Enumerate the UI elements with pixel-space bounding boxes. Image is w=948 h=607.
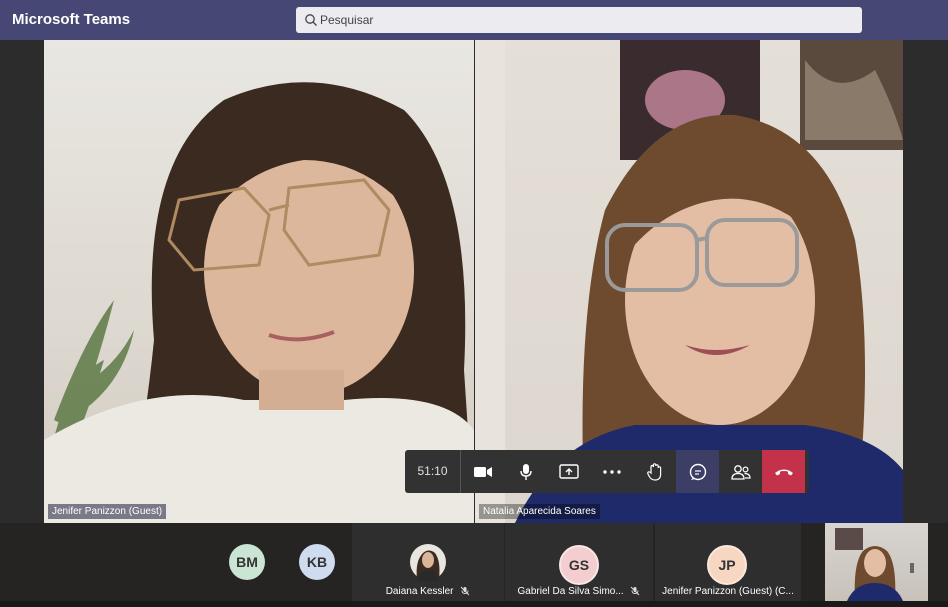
more-icon	[602, 469, 621, 474]
title-bar: Microsoft Teams	[0, 0, 948, 40]
participant-card-jenifer[interactable]: JP Jenifer Panizzon (Guest) (C...	[655, 523, 801, 601]
app-title: Microsoft Teams	[12, 11, 131, 28]
avatar-gs: GS	[559, 545, 599, 585]
avatar-kb[interactable]: KB	[299, 544, 335, 580]
participant-card-gabriel[interactable]: GS Gabriel Da Silva Simo...	[505, 523, 653, 601]
participant-name: Daiana Kessler	[352, 586, 504, 597]
chat-icon	[689, 463, 706, 480]
share-screen-button[interactable]	[547, 450, 590, 493]
share-screen-icon	[558, 463, 579, 479]
participant-name: Jenifer Panizzon (Guest) (C...	[662, 586, 794, 597]
bottom-bar	[0, 601, 948, 607]
camera-icon	[473, 466, 492, 477]
call-timer: 51:10	[405, 450, 461, 493]
search-input[interactable]	[320, 10, 840, 30]
participant-name-tag: Jenifer Panizzon (Guest)	[48, 504, 167, 519]
self-view[interactable]	[825, 523, 928, 601]
avatar-bm[interactable]: BM	[229, 544, 265, 580]
participants-button[interactable]	[719, 450, 762, 493]
participant-card-daiana[interactable]: Daiana Kessler	[352, 523, 504, 601]
search-box[interactable]	[296, 7, 862, 33]
self-video	[835, 528, 914, 601]
search-icon	[305, 14, 317, 26]
raise-hand-icon	[646, 462, 661, 481]
more-actions-button[interactable]	[590, 450, 633, 493]
raise-hand-button[interactable]	[633, 450, 676, 493]
people-icon	[730, 464, 751, 480]
participant-name-tag: Natalia Aparecida Soares	[479, 504, 600, 519]
call-controls: 51:10	[405, 450, 809, 493]
avatar-jp: JP	[707, 545, 747, 585]
mic-muted-icon	[460, 587, 470, 596]
participant-name: Gabriel Da Silva Simo...	[505, 586, 653, 597]
microphone-button[interactable]	[504, 450, 547, 493]
hang-up-button[interactable]	[762, 450, 805, 493]
avatar-photo	[410, 544, 446, 581]
phone-hangup-icon	[774, 469, 793, 475]
chat-button[interactable]	[676, 450, 719, 493]
camera-button[interactable]	[461, 450, 504, 493]
mic-muted-icon	[631, 587, 640, 596]
microphone-icon	[519, 463, 532, 480]
